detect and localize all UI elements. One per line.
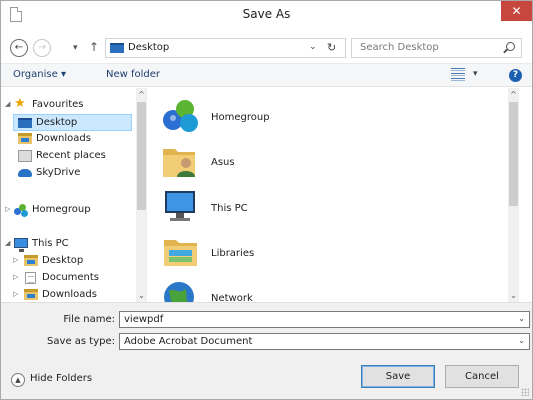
file-list-scroll-thumb[interactable] <box>509 102 518 206</box>
close-button[interactable]: ✕ <box>501 1 532 21</box>
expand-arrow-icon[interactable]: ▷ <box>5 205 10 213</box>
list-item-network[interactable]: Network <box>161 277 461 302</box>
star-icon: ★ <box>14 96 26 111</box>
nav-label: Desktop <box>36 117 78 128</box>
nav-scroll-thumb[interactable] <box>137 102 146 210</box>
address-dropdown-icon[interactable]: ⌄ <box>309 42 317 52</box>
computer-icon <box>14 238 28 252</box>
scroll-down-icon[interactable]: ⌄ <box>136 291 147 300</box>
scroll-up-icon[interactable]: ^ <box>508 90 519 99</box>
nav-label: Favourites <box>32 99 84 110</box>
file-name-input[interactable]: viewpdf ⌄ <box>119 311 530 328</box>
nav-label: SkyDrive <box>36 167 81 178</box>
save-as-type-dropdown-icon[interactable]: ⌄ <box>518 336 525 345</box>
nav-item-skydrive[interactable]: SkyDrive <box>13 165 132 182</box>
file-list-pane: Homegroup Asus This PC Libraries Network… <box>149 88 519 302</box>
back-button[interactable]: ← <box>10 39 28 57</box>
expand-arrow-icon[interactable]: ◢ <box>5 239 10 247</box>
file-list-scrollbar[interactable]: ^ ⌄ <box>508 88 519 302</box>
help-icon[interactable]: ? <box>509 69 522 82</box>
desktop-folder-icon <box>110 43 124 53</box>
nav-item-pc-downloads[interactable]: ▷ Downloads <box>13 287 132 302</box>
downloads-folder-icon <box>24 289 38 300</box>
view-options-icon[interactable] <box>451 68 465 81</box>
address-row: ← → ▾ ↑ Desktop ⌄ ↻ Search Desktop <box>1 29 532 63</box>
recent-locations-button[interactable]: ▾ <box>73 43 78 53</box>
nav-label: Desktop <box>42 255 84 266</box>
save-as-type-value: Adobe Acrobat Document <box>124 336 253 347</box>
search-icon[interactable] <box>506 42 515 51</box>
nav-label: This PC <box>32 238 69 249</box>
dialog-footer: ▲ Hide Folders Save Cancel <box>1 354 532 399</box>
save-as-dialog: Save As ✕ ← → ▾ ↑ Desktop ⌄ ↻ Search Des… <box>0 0 533 400</box>
item-label: Homegroup <box>211 112 270 123</box>
scroll-up-icon[interactable]: ^ <box>136 90 147 99</box>
dialog-title: Save As <box>242 7 291 21</box>
homegroup-icon <box>14 204 28 217</box>
user-folder-icon <box>163 149 195 177</box>
nav-label: Downloads <box>42 289 97 300</box>
recent-places-icon <box>18 150 32 162</box>
documents-icon <box>25 272 36 284</box>
nav-label: Homegroup <box>32 204 91 215</box>
hide-folders-label: Hide Folders <box>30 373 93 384</box>
nav-item-pc-desktop[interactable]: ▷ Desktop <box>13 253 132 270</box>
item-label: This PC <box>211 203 248 214</box>
list-item-asus[interactable]: Asus <box>161 141 461 187</box>
save-fields: File name: viewpdf ⌄ Save as type: Adobe… <box>1 302 532 354</box>
file-name-dropdown-icon[interactable]: ⌄ <box>518 314 525 323</box>
address-bar[interactable]: Desktop ⌄ ↻ <box>105 38 346 58</box>
cancel-button[interactable]: Cancel <box>445 365 519 388</box>
save-button[interactable]: Save <box>361 365 435 388</box>
nav-item-downloads[interactable]: Downloads <box>13 131 132 148</box>
nav-favourites[interactable]: ◢ ★ Favourites <box>5 96 135 114</box>
address-text: Desktop <box>128 42 170 53</box>
view-dropdown-icon[interactable]: ▾ <box>473 69 478 79</box>
list-item-homegroup[interactable]: Homegroup <box>161 96 461 142</box>
search-placeholder: Search Desktop <box>360 42 439 53</box>
title-bar: Save As ✕ <box>1 1 532 29</box>
expand-arrow-icon[interactable]: ▷ <box>13 273 18 281</box>
computer-icon <box>165 191 195 221</box>
skydrive-cloud-icon <box>18 169 32 177</box>
expand-arrow-icon[interactable]: ▷ <box>13 256 18 264</box>
network-globe-icon <box>164 282 194 302</box>
navigation-pane: ◢ ★ Favourites Desktop Downloads Recent … <box>1 88 148 302</box>
expand-arrow-icon[interactable]: ◢ <box>5 100 10 108</box>
expand-arrow-icon[interactable]: ▷ <box>13 290 18 298</box>
libraries-icon <box>164 240 197 266</box>
file-name-value: viewpdf <box>124 314 164 325</box>
nav-homegroup[interactable]: ▷ Homegroup <box>5 202 135 219</box>
item-label: Asus <box>211 157 235 168</box>
save-as-type-select[interactable]: Adobe Acrobat Document ⌄ <box>119 333 530 350</box>
new-folder-button[interactable]: New folder <box>106 69 160 80</box>
list-item-this-pc[interactable]: This PC <box>161 187 461 233</box>
nav-label: Recent places <box>36 150 106 161</box>
nav-scrollbar[interactable]: ^ ⌄ <box>136 88 147 302</box>
homegroup-icon <box>163 100 198 132</box>
nav-this-pc[interactable]: ◢ This PC <box>5 236 135 253</box>
list-item-libraries[interactable]: Libraries <box>161 232 461 278</box>
resize-grip-icon[interactable] <box>521 388 529 396</box>
item-label: Network <box>211 293 253 302</box>
up-button[interactable]: ↑ <box>89 40 99 54</box>
forward-button[interactable]: → <box>33 39 51 57</box>
command-bar: Organise ▾ New folder ▾ ? <box>1 63 532 87</box>
nav-item-desktop[interactable]: Desktop <box>13 114 132 131</box>
desktop-icon <box>18 118 32 128</box>
nav-label: Documents <box>42 272 100 283</box>
item-label: Libraries <box>211 248 255 259</box>
organise-button[interactable]: Organise ▾ <box>13 69 66 80</box>
nav-item-pc-documents[interactable]: ▷ Documents <box>13 270 132 287</box>
desktop-folder-icon <box>24 255 38 266</box>
downloads-folder-icon <box>18 133 32 144</box>
nav-item-recent-places[interactable]: Recent places <box>13 148 132 165</box>
scroll-down-icon[interactable]: ⌄ <box>508 291 519 300</box>
refresh-icon[interactable]: ↻ <box>327 41 336 54</box>
nav-label: Downloads <box>36 133 91 144</box>
search-input[interactable]: Search Desktop <box>351 38 522 58</box>
file-name-label: File name: <box>63 314 115 325</box>
collapse-arrow-icon: ▲ <box>11 373 25 387</box>
save-as-type-label: Save as type: <box>47 336 115 347</box>
